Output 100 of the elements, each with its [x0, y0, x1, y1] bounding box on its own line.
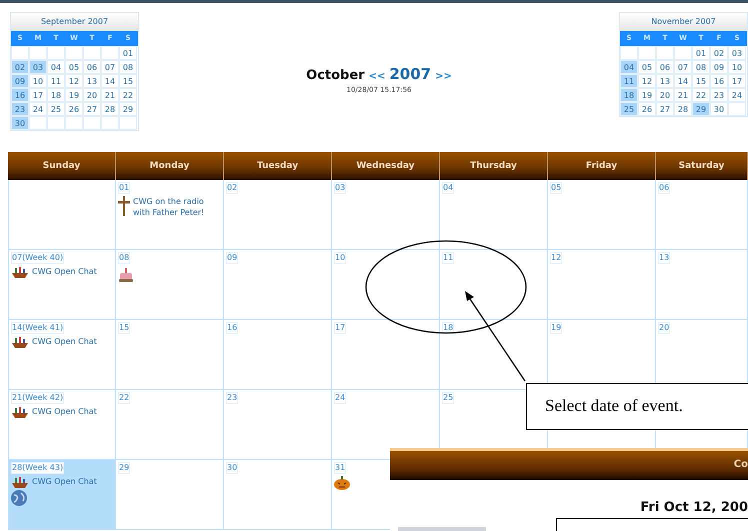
next-year-link[interactable]: >>: [435, 71, 452, 82]
day-link[interactable]: 29: [692, 102, 710, 116]
day-link[interactable]: 04: [620, 60, 638, 74]
day-link[interactable]: 04: [47, 60, 65, 74]
day-link[interactable]: 11: [47, 74, 65, 88]
day-link[interactable]: 02: [710, 46, 728, 60]
date-link[interactable]: 23: [226, 392, 238, 404]
date-link[interactable]: 29: [118, 462, 130, 474]
date-link[interactable]: 24: [334, 392, 346, 404]
day-cell[interactable]: 03: [332, 180, 440, 250]
day-link[interactable]: 24: [29, 102, 47, 116]
day-link[interactable]: 20: [656, 88, 674, 102]
date-link[interactable]: 02: [226, 182, 238, 194]
date-link[interactable]: 08: [118, 252, 130, 264]
date-link[interactable]: 19: [550, 322, 562, 334]
day-cell[interactable]: 02: [224, 180, 332, 250]
date-link[interactable]: 06: [658, 182, 670, 194]
day-cell[interactable]: 08: [116, 250, 224, 320]
date-link[interactable]: 28(Week 43): [11, 462, 64, 474]
date-link[interactable]: 07(Week 40): [11, 252, 64, 264]
day-link[interactable]: 05: [638, 60, 656, 74]
day-cell[interactable]: 01 CWG on the radio with Father Peter!: [116, 180, 224, 250]
day-link[interactable]: 06: [83, 60, 101, 74]
day-link[interactable]: 30: [11, 116, 29, 130]
date-link[interactable]: 22: [118, 392, 130, 404]
day-link[interactable]: 19: [638, 88, 656, 102]
year-link[interactable]: 2007: [389, 65, 432, 83]
day-link[interactable]: 12: [65, 74, 83, 88]
day-cell[interactable]: 12: [548, 250, 656, 320]
day-link[interactable]: 23: [710, 88, 728, 102]
date-link[interactable]: 04: [442, 182, 454, 194]
day-link[interactable]: 08: [119, 60, 137, 74]
day-link[interactable]: 14: [101, 74, 119, 88]
previous-year-link[interactable]: <<: [368, 71, 386, 82]
day-cell[interactable]: 29: [116, 460, 224, 530]
day-link[interactable]: 07: [674, 60, 692, 74]
day-link[interactable]: 27: [656, 102, 674, 116]
event-link[interactable]: CWG Open Chat: [32, 336, 97, 347]
day-link[interactable]: 24: [728, 88, 746, 102]
day-link[interactable]: 06: [656, 60, 674, 74]
day-link[interactable]: 18: [620, 88, 638, 102]
date-link[interactable]: 20: [658, 322, 670, 334]
day-link[interactable]: 09: [710, 60, 728, 74]
date-link[interactable]: 14(Week 41): [11, 322, 64, 334]
date-link[interactable]: 25: [442, 392, 454, 404]
day-cell[interactable]: 16: [224, 320, 332, 390]
day-cell[interactable]: 17: [332, 320, 440, 390]
day-cell[interactable]: 06: [656, 180, 748, 250]
day-link[interactable]: 17: [29, 88, 47, 102]
day-link[interactable]: 21: [674, 88, 692, 102]
event-link[interactable]: CWG on the radio with Father Peter!: [133, 196, 221, 218]
day-link[interactable]: 18: [47, 88, 65, 102]
day-link[interactable]: 13: [656, 74, 674, 88]
day-link[interactable]: 14: [674, 74, 692, 88]
day-link[interactable]: 03: [728, 46, 746, 60]
day-link[interactable]: 03: [29, 60, 47, 74]
day-link[interactable]: 02: [11, 60, 29, 74]
day-cell[interactable]: 04: [440, 180, 548, 250]
date-link[interactable]: 15: [118, 322, 130, 334]
day-link[interactable]: 22: [692, 88, 710, 102]
event-link[interactable]: CWG Open Chat: [32, 476, 97, 487]
event-link[interactable]: CWG Open Chat: [32, 406, 97, 417]
day-cell[interactable]: 15: [116, 320, 224, 390]
day-link[interactable]: 15: [119, 74, 137, 88]
day-cell[interactable]: 07(Week 40) CWG Open Chat: [8, 250, 116, 320]
date-link[interactable]: 21(Week 42): [11, 392, 64, 404]
day-link[interactable]: 17: [728, 74, 746, 88]
day-cell[interactable]: 10: [332, 250, 440, 320]
day-link[interactable]: 19: [65, 88, 83, 102]
day-link[interactable]: 10: [728, 60, 746, 74]
date-link[interactable]: 01: [118, 182, 130, 194]
day-link[interactable]: 01: [692, 46, 710, 60]
date-link[interactable]: 05: [550, 182, 562, 194]
day-link[interactable]: 16: [11, 88, 29, 102]
day-link[interactable]: 20: [83, 88, 101, 102]
day-link[interactable]: 28: [674, 102, 692, 116]
day-link[interactable]: 13: [83, 74, 101, 88]
date-link[interactable]: 31: [334, 462, 346, 474]
day-link[interactable]: 27: [83, 102, 101, 116]
day-link[interactable]: 15: [692, 74, 710, 88]
day-link[interactable]: 21: [101, 88, 119, 102]
day-cell[interactable]: 23: [224, 390, 332, 460]
day-link[interactable]: 25: [620, 102, 638, 116]
day-link[interactable]: 30: [710, 102, 728, 116]
day-link[interactable]: 05: [65, 60, 83, 74]
day-link[interactable]: 11: [620, 74, 638, 88]
day-cell[interactable]: 13: [656, 250, 748, 320]
date-link[interactable]: 03: [334, 182, 346, 194]
date-link[interactable]: 16: [226, 322, 238, 334]
date-link[interactable]: 12: [550, 252, 562, 264]
day-cell[interactable]: 14(Week 41) CWG Open Chat: [8, 320, 116, 390]
day-link[interactable]: 07: [101, 60, 119, 74]
day-link[interactable]: 23: [11, 102, 29, 116]
day-link[interactable]: 08: [692, 60, 710, 74]
day-link[interactable]: 12: [638, 74, 656, 88]
date-link[interactable]: 10: [334, 252, 346, 264]
day-cell[interactable]: 22: [116, 390, 224, 460]
day-cell[interactable]: 28(Week 43) CWG Open Chat: [8, 460, 116, 530]
day-link[interactable]: 16: [710, 74, 728, 88]
event-link[interactable]: CWG Open Chat: [32, 266, 97, 277]
